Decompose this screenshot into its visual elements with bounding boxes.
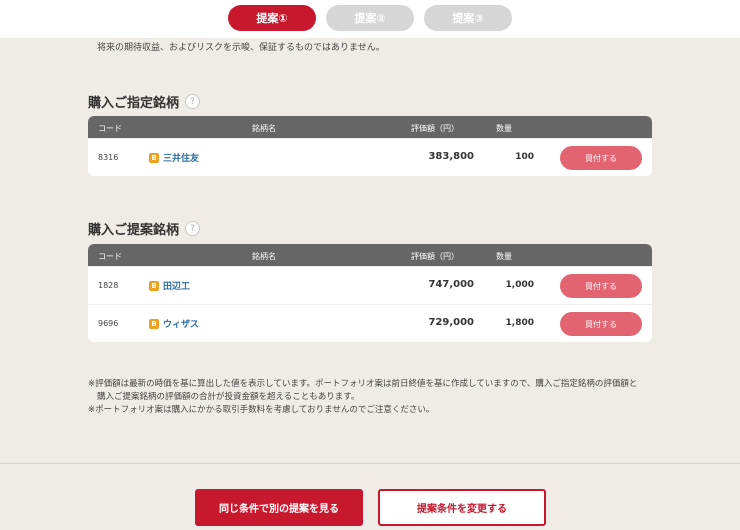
column-value: 評価額（円）: [411, 124, 459, 133]
footer-bar: [0, 463, 740, 530]
help-icon[interactable]: ?: [185, 94, 201, 109]
stock-value: 747,000: [428, 279, 474, 290]
footnotes: ※評価額は最新の時価を基に算出した値を表示しています。ポートフォリオ案は前日終値…: [88, 378, 668, 417]
stock-name-link[interactable]: B 三井住友: [149, 151, 199, 164]
stock-code: 8316: [98, 153, 119, 162]
change-conditions-button[interactable]: 提案条件を変更する: [378, 489, 546, 526]
column-qty: 数量: [496, 252, 512, 261]
designated-title-text: 購入ご指定銘柄: [88, 96, 180, 111]
buy-button[interactable]: 買付する: [560, 146, 642, 170]
proposed-section-title: 購入ご提案銘柄 ?: [88, 219, 201, 238]
stock-qty: 1,800: [505, 318, 534, 328]
disclaimer-text: 将来の期待収益、およびリスクを示唆、保証するものではありません。: [97, 43, 385, 53]
column-code: コード: [98, 124, 122, 133]
footnote-line: ※評価額は最新の時価を基に算出した値を表示しています。ポートフォリオ案は前日終値…: [88, 379, 638, 389]
column-name: 銘柄名: [252, 252, 276, 261]
proposed-stock-table: コード 銘柄名 評価額（円） 数量 1828 B 田辺工 747,000 1,0…: [88, 244, 652, 342]
stock-code: 9696: [98, 319, 119, 328]
proposal-tab-bar: 提案① 提案② 提案③: [0, 0, 740, 38]
buy-button[interactable]: 買付する: [560, 274, 642, 298]
designated-section-title: 購入ご指定銘柄 ?: [88, 92, 201, 111]
table-row: 8316 B 三井住友 383,800 100 買付する: [88, 138, 652, 176]
stock-name-link[interactable]: B ウィザス: [149, 317, 199, 330]
stock-qty: 100: [515, 152, 534, 162]
table-header: コード 銘柄名 評価額（円） 数量: [88, 244, 652, 266]
column-qty: 数量: [496, 124, 512, 133]
stock-value: 383,800: [428, 151, 474, 162]
buy-button[interactable]: 買付する: [560, 312, 642, 336]
stock-value: 729,000: [428, 317, 474, 328]
column-name: 銘柄名: [252, 124, 276, 133]
designated-stock-table: コード 銘柄名 評価額（円） 数量 8316 B 三井住友 383,800 10…: [88, 116, 652, 176]
stock-name[interactable]: ウィザス: [163, 317, 199, 330]
bond-badge-icon: B: [149, 152, 159, 163]
stock-name-link[interactable]: B 田辺工: [149, 279, 190, 292]
proposed-title-text: 購入ご提案銘柄: [88, 223, 180, 238]
stock-code: 1828: [98, 281, 119, 290]
see-another-proposal-button[interactable]: 同じ条件で別の提案を見る: [195, 489, 363, 526]
bond-badge-icon: B: [149, 318, 159, 329]
help-icon[interactable]: ?: [185, 221, 201, 236]
tab-proposal-2[interactable]: 提案②: [326, 5, 414, 31]
footnote-line: ※ポートフォリオ案は購入にかかる取引手数料を考慮しておりませんのでご注意ください…: [88, 405, 435, 415]
tab-proposal-1[interactable]: 提案①: [228, 5, 316, 31]
footnote-line: 購入ご提案銘柄の評価額の合計が投資金額を超えることもあります。: [97, 392, 360, 402]
column-value: 評価額（円）: [411, 252, 459, 261]
tab-proposal-3[interactable]: 提案③: [424, 5, 512, 31]
bond-badge-icon: B: [149, 280, 159, 291]
table-row: 9696 B ウィザス 729,000 1,800 買付する: [88, 304, 652, 342]
table-header: コード 銘柄名 評価額（円） 数量: [88, 116, 652, 138]
stock-name[interactable]: 三井住友: [163, 151, 199, 164]
table-row: 1828 B 田辺工 747,000 1,000 買付する: [88, 266, 652, 304]
stock-name[interactable]: 田辺工: [163, 279, 190, 292]
column-code: コード: [98, 252, 122, 261]
stock-qty: 1,000: [505, 280, 534, 290]
